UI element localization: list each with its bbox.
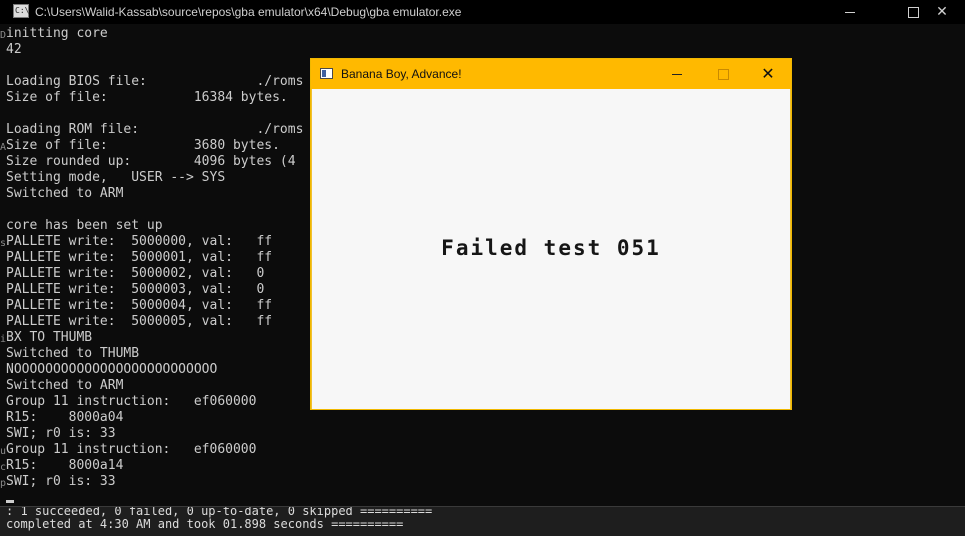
close-icon: ✕ — [936, 4, 948, 20]
console-line: Setting mode, USER --> SYS — [6, 170, 226, 185]
minimize-icon — [672, 73, 682, 75]
background-window-edge: D As i ucp — [0, 26, 6, 506]
console-line: Size rounded up: 4096 bytes (4 — [6, 154, 296, 169]
edge-glyph: A — [0, 142, 6, 153]
maximize-icon — [717, 68, 729, 80]
console-line: BX TO THUMB — [6, 330, 93, 345]
test-result-message: Failed test 051 — [441, 236, 661, 260]
console-line: Size of file: 16384 bytes. — [6, 90, 288, 105]
console-line: Loading BIOS file: ./roms — [6, 74, 304, 89]
build-time-line: completed at 4:30 AM and took 01.898 sec… — [6, 517, 404, 531]
console-minimize-button[interactable] — [827, 0, 873, 24]
console-line: Group 11 instruction: ef060000 — [6, 394, 257, 409]
emulator-title-bar[interactable]: Banana Boy, Advance! ✕ — [311, 59, 791, 89]
console-cursor — [6, 500, 14, 503]
console-line: NOOOOOOOOOOOOOOOOOOOOOOOOOO — [6, 362, 218, 377]
console-line: PALLETE write: 5000002, val: 0 — [6, 266, 265, 281]
console-line: Switched to THUMB — [6, 346, 140, 361]
console-line: Group 11 instruction: ef060000 — [6, 442, 257, 457]
console-title-bar[interactable]: C:\ C:\Users\Walid-Kassab\source\repos\g… — [0, 0, 965, 24]
console-line: PALLETE write: 5000004, val: ff — [6, 298, 273, 313]
console-line: PALLETE write: 5000000, val: ff — [6, 234, 273, 249]
emulator-screen[interactable]: Failed test 051 — [312, 89, 790, 409]
close-icon: ✕ — [761, 64, 775, 83]
console-line: R15: 8000a14 — [6, 458, 124, 473]
console-line: PALLETE write: 5000001, val: ff — [6, 250, 273, 265]
console-line: R15: 8000a04 — [6, 410, 124, 425]
emulator-close-button[interactable]: ✕ — [745, 59, 791, 89]
emulator-window-title: Banana Boy, Advance! — [341, 67, 462, 81]
console-app-icon: C:\ — [13, 4, 29, 18]
edge-glyph: s — [0, 238, 6, 249]
edge-glyph: D — [0, 30, 6, 41]
console-window-title: C:\Users\Walid-Kassab\source\repos\gba e… — [35, 5, 462, 19]
console-line: initting core — [6, 26, 108, 41]
emulator-window[interactable]: Banana Boy, Advance! ✕ Failed test 051 — [310, 58, 792, 410]
console-line: PALLETE write: 5000003, val: 0 — [6, 282, 265, 297]
edge-glyph: c — [0, 462, 6, 473]
console-line: SWI; r0 is: 33 — [6, 474, 116, 489]
console-line: core has been set up — [6, 218, 163, 233]
console-line: PALLETE write: 5000005, val: ff — [6, 314, 273, 329]
console-line: 42 — [6, 42, 22, 57]
edge-glyph: p — [0, 478, 6, 489]
maximize-icon — [907, 6, 919, 18]
emulator-app-icon — [320, 68, 333, 79]
console-line: Switched to ARM — [6, 186, 124, 201]
edge-glyph: i — [0, 334, 6, 345]
minimize-icon — [845, 11, 855, 13]
emulator-minimize-button[interactable] — [654, 59, 700, 89]
console-close-button[interactable]: ✕ — [919, 0, 965, 24]
console-line: SWI; r0 is: 33 — [6, 426, 116, 441]
build-output-panel: : 1 succeeded, 0 failed, 0 up-to-date, 0… — [0, 506, 965, 536]
console-line: Loading ROM file: ./roms — [6, 122, 304, 137]
console-line: Size of file: 3680 bytes. — [6, 138, 280, 153]
edge-glyph: u — [0, 446, 6, 457]
console-line: Switched to ARM — [6, 378, 124, 393]
emulator-maximize-button[interactable] — [700, 59, 746, 89]
